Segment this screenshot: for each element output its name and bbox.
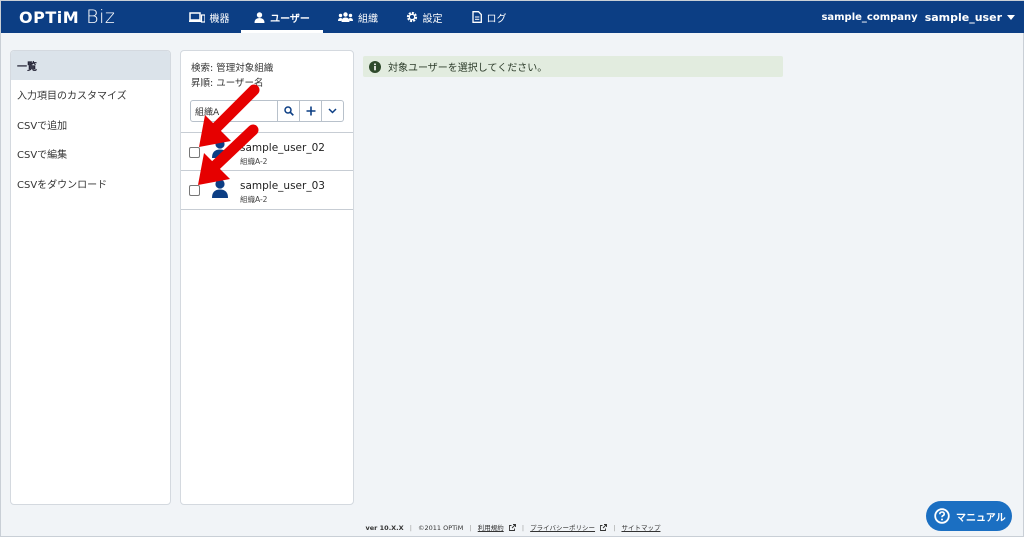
user-list-item[interactable]: sample_user_02 組織A-2 bbox=[181, 132, 353, 171]
logo-biz-text: Biz bbox=[86, 6, 116, 28]
user-org-text: 組織A-2 bbox=[240, 195, 268, 204]
footer-separator: | bbox=[613, 524, 616, 532]
devices-icon bbox=[188, 11, 205, 23]
user-icon bbox=[254, 11, 265, 23]
logo-optim-text: OPTiM bbox=[19, 8, 80, 27]
plus-icon bbox=[306, 106, 315, 116]
nav-devices[interactable]: 機器 bbox=[177, 1, 241, 33]
chevron-down-icon bbox=[328, 108, 337, 114]
manual-button[interactable]: マニュアル bbox=[926, 501, 1012, 531]
gear-icon bbox=[406, 11, 417, 23]
user-checkbox[interactable] bbox=[189, 147, 200, 158]
account-menu[interactable]: sample_company sample_user bbox=[821, 1, 1015, 33]
sidebar-item-csv-add[interactable]: CSVで追加 bbox=[11, 110, 170, 140]
search-button[interactable] bbox=[278, 100, 300, 122]
nav-devices-label: 機器 bbox=[209, 13, 230, 25]
privacy-policy-link[interactable]: プライバシーポリシー bbox=[530, 524, 595, 532]
nav-users-label: ユーザー bbox=[270, 13, 310, 25]
user-org-text: 組織A-2 bbox=[240, 157, 268, 166]
footer-separator: | bbox=[409, 524, 412, 532]
user-checkbox[interactable] bbox=[189, 185, 200, 196]
sidebar-item-list[interactable]: 一覧 bbox=[11, 51, 170, 80]
copyright-text: ©2011 OPTiM bbox=[418, 524, 464, 532]
footer-separator: | bbox=[521, 524, 525, 532]
sort-order-text: 昇順: ユーザー名 bbox=[191, 78, 264, 89]
info-icon bbox=[369, 60, 381, 73]
organization-icon bbox=[338, 12, 353, 22]
nav-users[interactable]: ユーザー bbox=[241, 1, 323, 33]
search-bar bbox=[190, 100, 344, 122]
user-avatar-icon bbox=[212, 179, 228, 198]
sidebar: 一覧 入力項目のカスタマイズ CSVで追加 CSVで編集 CSVをダウンロード bbox=[10, 50, 171, 505]
top-navigation-bar: OPTiM Biz 機器 ユーザー 組織 設定 ログ sample_compan… bbox=[1, 1, 1024, 33]
nav-organization[interactable]: 組織 bbox=[323, 1, 393, 33]
nav-settings-label: 設定 bbox=[422, 13, 443, 25]
main-nav: 機器 ユーザー 組織 設定 ログ bbox=[177, 1, 523, 33]
version-text: ver 10.X.X bbox=[365, 524, 404, 532]
search-condition-text: 検索: 管理対象組織 bbox=[191, 63, 274, 74]
footer: ver 10.X.X | ©2011 OPTiM | 利用規約 | プライバシー… bbox=[1, 522, 1024, 532]
nav-log[interactable]: ログ bbox=[455, 1, 523, 33]
help-icon bbox=[934, 508, 950, 524]
add-button[interactable] bbox=[300, 100, 322, 122]
footer-separator: | bbox=[469, 524, 472, 532]
user-name: sample_user bbox=[924, 10, 1002, 24]
info-notice: 対象ユーザーを選択してください。 bbox=[363, 56, 783, 77]
sidebar-item-csv-download[interactable]: CSVをダウンロード bbox=[11, 169, 170, 199]
log-icon bbox=[471, 11, 482, 23]
external-link-icon bbox=[600, 524, 608, 531]
sidebar-item-customize-fields[interactable]: 入力項目のカスタマイズ bbox=[11, 80, 170, 110]
user-avatar-icon bbox=[212, 139, 228, 158]
nav-organization-label: 組織 bbox=[358, 13, 378, 25]
terms-link[interactable]: 利用規約 bbox=[478, 524, 504, 532]
user-name-text: sample_user_02 bbox=[240, 142, 325, 154]
search-meta: 検索: 管理対象組織 昇順: ユーザー名 bbox=[191, 61, 273, 91]
user-list-item[interactable]: sample_user_03 組織A-2 bbox=[181, 171, 353, 210]
sidebar-item-csv-edit[interactable]: CSVで編集 bbox=[11, 139, 170, 169]
external-link-icon bbox=[508, 524, 516, 531]
company-name: sample_company bbox=[821, 11, 918, 23]
more-options-button[interactable] bbox=[322, 100, 344, 122]
nav-log-label: ログ bbox=[486, 13, 507, 25]
search-input[interactable] bbox=[190, 100, 278, 122]
notice-text: 対象ユーザーを選択してください。 bbox=[388, 63, 548, 74]
manual-button-label: マニュアル bbox=[956, 512, 1006, 524]
nav-settings[interactable]: 設定 bbox=[393, 1, 455, 33]
search-icon bbox=[283, 106, 294, 116]
sitemap-link[interactable]: サイトマップ bbox=[621, 524, 660, 532]
user-name-text: sample_user_03 bbox=[240, 180, 325, 192]
user-list-panel: 検索: 管理対象組織 昇順: ユーザー名 sample_ bbox=[180, 50, 354, 505]
optim-biz-logo[interactable]: OPTiM Biz bbox=[19, 6, 115, 28]
caret-down-icon bbox=[1007, 14, 1015, 20]
